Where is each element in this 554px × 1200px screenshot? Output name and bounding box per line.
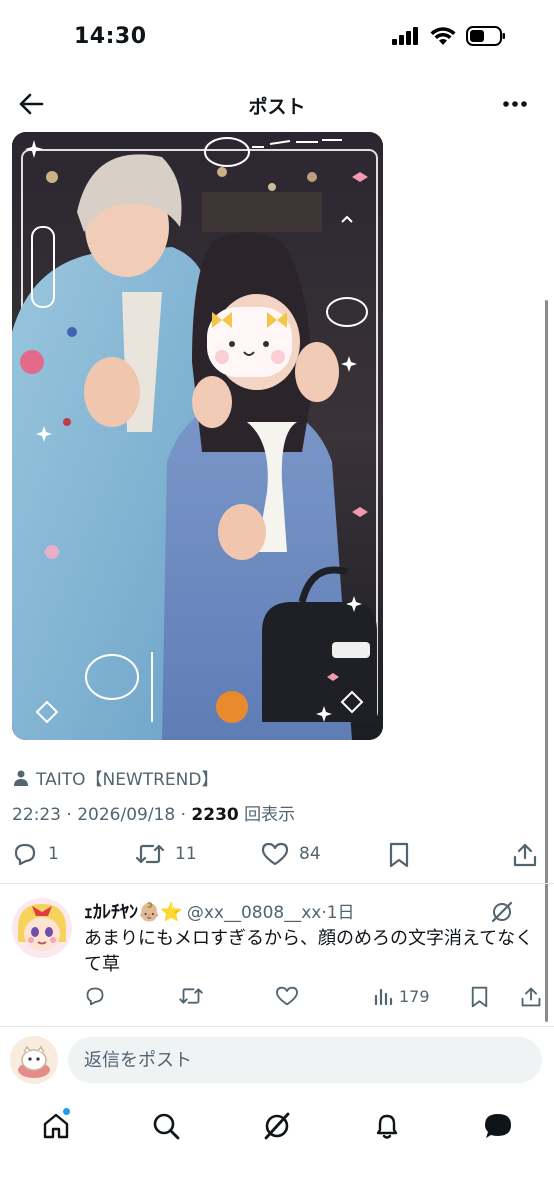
- compose-avatar-image: [10, 1036, 58, 1084]
- reply-views-button[interactable]: 179: [373, 986, 430, 1006]
- post-author-name[interactable]: TAITO【NEWTREND】: [36, 765, 218, 790]
- bookmark-icon: [389, 842, 409, 868]
- reply-compose-input[interactable]: [68, 1037, 542, 1083]
- status-time: 14:30: [74, 24, 147, 49]
- grok-icon: [491, 901, 513, 923]
- share-icon: [521, 987, 541, 1007]
- reply-views-count: 179: [399, 986, 430, 1006]
- signal-icon: [392, 27, 418, 45]
- more-icon: [503, 101, 527, 107]
- status-bar: 14:30: [0, 0, 554, 70]
- share-button[interactable]: [512, 842, 538, 868]
- more-options-button[interactable]: [500, 90, 530, 118]
- like-count: 84: [299, 844, 321, 864]
- reply-icon: [14, 843, 36, 866]
- reply-share-button[interactable]: [520, 986, 542, 1008]
- reply-item[interactable]: ｪｶﾚﾁﾔﾝ👶🏼⭐️ @xx__0808__xx·1日 あまりにもメロすぎるから…: [0, 886, 554, 1026]
- post-actions: 1 11 84: [0, 838, 554, 874]
- status-icons: [392, 26, 506, 46]
- reply-avatar-image: [12, 898, 72, 958]
- bookmark-button[interactable]: [388, 842, 410, 868]
- like-button[interactable]: 84: [261, 842, 321, 866]
- reply-text: あまりにもメロすぎるから、顔のめろの文字消えてなくて草: [84, 928, 534, 975]
- page-title: ポスト: [248, 96, 306, 118]
- grok-icon: [264, 1112, 290, 1140]
- person-icon: [14, 770, 28, 786]
- reply-author-name[interactable]: ｪｶﾚﾁﾔﾝ👶🏼⭐️: [84, 898, 183, 924]
- reply-like-button[interactable]: [275, 986, 299, 1006]
- nav-messages[interactable]: [478, 1106, 518, 1146]
- heart-icon: [261, 842, 289, 866]
- reply-author-handle[interactable]: @xx__0808__xx·1日: [187, 898, 355, 923]
- post-photo[interactable]: [12, 132, 383, 740]
- bookmark-icon: [471, 986, 488, 1008]
- nav-notifications[interactable]: [367, 1106, 407, 1146]
- share-icon: [513, 843, 537, 867]
- home-icon: [43, 1113, 69, 1139]
- header: ポスト: [0, 76, 554, 132]
- avatar[interactable]: [12, 898, 72, 958]
- post-meta: 22:23 · 2026/09/18 · 2230 回表示: [12, 800, 295, 825]
- post-datetime: 22:23 · 2026/09/18 ·: [12, 805, 192, 825]
- post-author-line[interactable]: TAITO【NEWTREND】: [14, 765, 218, 790]
- reply-icon: [86, 987, 104, 1006]
- chat-bubble-icon: [485, 1114, 511, 1138]
- reply-bookmark-button[interactable]: [470, 986, 489, 1008]
- divider: [0, 1026, 554, 1027]
- heart-icon: [276, 986, 298, 1006]
- bell-icon: [376, 1114, 398, 1139]
- post-views-label: 回表示: [238, 805, 296, 825]
- notification-dot: [63, 1108, 70, 1115]
- nav-grok[interactable]: [257, 1106, 297, 1146]
- post-views-count: 2230: [191, 805, 239, 825]
- analytics-icon: [374, 988, 393, 1006]
- repost-icon: [135, 844, 165, 864]
- battery-icon: [466, 26, 505, 46]
- photo-illustration: [12, 132, 383, 740]
- nav-search[interactable]: [146, 1106, 186, 1146]
- repost-button[interactable]: 11: [135, 842, 197, 866]
- reply-reply-button[interactable]: [84, 986, 106, 1006]
- grok-button[interactable]: [490, 900, 514, 928]
- repost-icon: [179, 988, 203, 1004]
- reply-button[interactable]: 1: [12, 842, 59, 866]
- reply-actions: 179: [0, 986, 554, 1014]
- bottom-nav: [0, 1100, 554, 1150]
- nav-home[interactable]: [36, 1106, 76, 1146]
- reply-count: 1: [48, 844, 59, 864]
- reply-repost-button[interactable]: [178, 986, 204, 1006]
- reply-header: ｪｶﾚﾁﾔﾝ👶🏼⭐️ @xx__0808__xx·1日: [84, 898, 355, 924]
- repost-count: 11: [175, 844, 197, 864]
- divider: [0, 883, 554, 884]
- search-icon: [153, 1113, 180, 1140]
- wifi-icon: [430, 26, 456, 45]
- avatar[interactable]: [10, 1036, 58, 1084]
